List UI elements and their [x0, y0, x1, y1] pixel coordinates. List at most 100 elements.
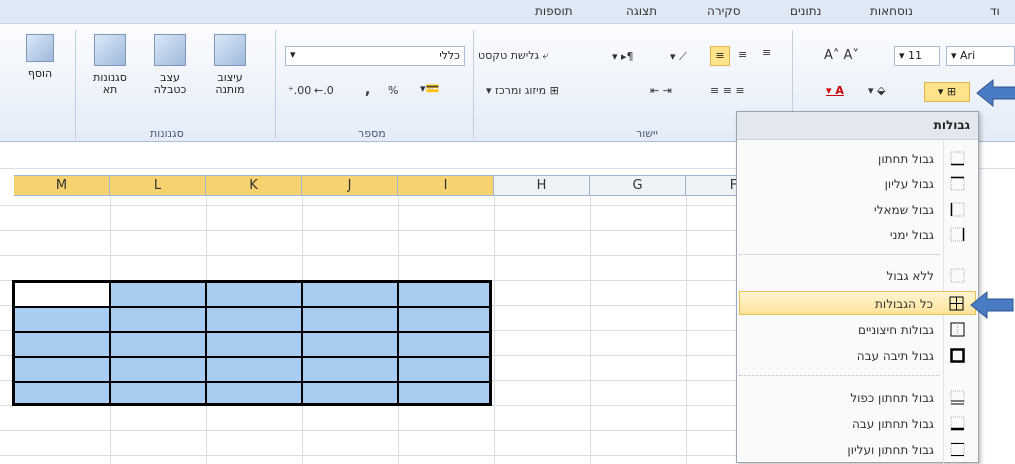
fill-color-button[interactable]: ▾ ⬙	[868, 84, 885, 97]
cell-styles-label: סגנונות תא	[93, 71, 127, 96]
column-header-g[interactable]: G	[590, 175, 686, 196]
menu-item-top-bottom[interactable]: גבול תחתון ועליון	[739, 438, 976, 462]
grid-line	[0, 430, 740, 431]
wrap-text-button[interactable]: גלישת טקסט ⤶	[478, 49, 549, 63]
font-name-select[interactable]: ▾ Ari	[946, 46, 1015, 66]
column-header-h[interactable]: H	[494, 175, 590, 196]
menu-item-no-border[interactable]: ללא גבול	[739, 264, 976, 288]
merge-center-icon: ⊞	[549, 84, 559, 97]
menu-item-outside-borders[interactable]: גבולות חיצוניים	[739, 318, 976, 342]
format-as-table-button[interactable]: עצב כטבלה	[148, 34, 192, 96]
cell[interactable]	[206, 357, 302, 382]
cell[interactable]	[398, 332, 490, 357]
number-format-select[interactable]: ▾ כללי	[285, 46, 465, 66]
font-size-value: 11	[908, 49, 923, 62]
cell[interactable]	[302, 307, 398, 332]
cell[interactable]	[110, 332, 206, 357]
align-top-button[interactable]: ≡	[762, 46, 771, 59]
wrap-text-icon: ⤶	[542, 49, 549, 62]
cell[interactable]	[14, 307, 110, 332]
group-number-label: מספר	[358, 127, 386, 140]
group-styles-label: סגנונות	[150, 127, 184, 140]
chevron-down-icon: ▾	[937, 85, 944, 98]
tab-formulas[interactable]: נוסחאות	[870, 4, 913, 18]
column-header-l[interactable]: L	[110, 175, 206, 196]
font-color-button[interactable]: ▾ A	[826, 84, 844, 97]
tab-home-partial[interactable]: וד	[990, 4, 1000, 18]
align-middle-button[interactable]: ≡	[738, 48, 747, 61]
text-direction-button[interactable]: ▾ ▸¶	[612, 50, 634, 63]
cell[interactable]	[206, 282, 302, 307]
increase-decimal-button[interactable]: ⁺.00	[288, 84, 311, 97]
tab-view[interactable]: תצוגה	[626, 4, 657, 18]
cell[interactable]	[110, 307, 206, 332]
insert-button[interactable]: הוסף	[18, 34, 62, 80]
font-size-select[interactable]: ▾ 11	[894, 46, 940, 66]
divider	[75, 30, 76, 138]
cell[interactable]	[302, 332, 398, 357]
pointer-arrow-icon	[976, 78, 1015, 108]
borders-menu-title: גבולות	[737, 112, 978, 140]
cell[interactable]	[398, 307, 490, 332]
decrease-decimal-button[interactable]: ←.0	[314, 84, 334, 97]
font-grow-shrink-buttons[interactable]: A˄ A˅	[824, 48, 859, 63]
cell-styles-button[interactable]: סגנונות תא	[88, 34, 132, 96]
cell[interactable]	[110, 382, 206, 404]
tab-addins[interactable]: תוספות	[535, 4, 573, 18]
column-header-i[interactable]: I	[398, 175, 494, 196]
conditional-formatting-button[interactable]: עיצוב מותנה	[208, 34, 252, 96]
menu-item-all-borders[interactable]: כל הגבולות	[739, 291, 976, 315]
tab-review[interactable]: סקירה	[707, 4, 741, 18]
active-cell[interactable]	[14, 282, 110, 307]
cell[interactable]	[398, 282, 490, 307]
cell[interactable]	[302, 282, 398, 307]
no-border-icon	[950, 268, 965, 283]
cell[interactable]	[110, 282, 206, 307]
cell[interactable]	[206, 332, 302, 357]
cell[interactable]	[206, 382, 302, 404]
cell-styles-icon	[94, 34, 126, 66]
menu-item-label: גבול עליון	[884, 177, 934, 191]
menu-item-label: גבול תחתון כפול	[850, 391, 934, 405]
column-header-k[interactable]: K	[206, 175, 302, 196]
indent-buttons[interactable]: ⇤ ⇥	[650, 84, 672, 97]
border-right-icon	[950, 227, 965, 242]
group-alignment-label: יישור	[636, 127, 658, 140]
align-left-right-buttons[interactable]: ≡ ≡ ≡	[710, 84, 745, 97]
cell[interactable]	[14, 357, 110, 382]
column-header-j[interactable]: J	[302, 175, 398, 196]
chevron-down-icon: ▾	[899, 49, 905, 62]
pointer-arrow-icon	[970, 290, 1014, 320]
menu-item-left-border[interactable]: גבול שמאלי	[739, 198, 976, 222]
format-table-label: עצב כטבלה	[153, 71, 187, 96]
menu-item-top-border[interactable]: גבול עליון	[739, 172, 976, 196]
all-borders-icon: ⊞	[946, 85, 957, 98]
menu-item-thick-bottom[interactable]: גבול תחתון עבה	[739, 412, 976, 436]
comma-style-button[interactable]: ,	[365, 82, 370, 98]
align-bottom-button[interactable]: ≡	[710, 46, 730, 66]
menu-item-right-border[interactable]: גבול ימני	[739, 223, 976, 247]
borders-button[interactable]: ▾ ⊞	[924, 82, 970, 102]
cell[interactable]	[14, 382, 110, 404]
selected-range[interactable]	[12, 280, 492, 406]
cell[interactable]	[206, 307, 302, 332]
merge-center-button[interactable]: ▾ מיזוג ומרכז ⊞	[486, 84, 559, 97]
accounting-format-icon[interactable]: ▾💳	[420, 82, 439, 95]
cell[interactable]	[14, 332, 110, 357]
cell[interactable]	[302, 357, 398, 382]
cell[interactable]	[398, 357, 490, 382]
cell[interactable]	[110, 357, 206, 382]
tab-data[interactable]: נתונים	[790, 4, 821, 18]
insert-cells-icon	[26, 34, 54, 62]
menu-item-label: גבול ימני	[889, 228, 934, 242]
border-top-icon	[950, 176, 965, 191]
cell[interactable]	[302, 382, 398, 404]
menu-item-double-bottom[interactable]: גבול תחתון כפול	[739, 386, 976, 410]
column-header-m[interactable]: M	[14, 175, 110, 196]
menu-item-bottom-border[interactable]: גבול תחתון	[739, 147, 976, 171]
cell[interactable]	[398, 382, 490, 404]
grid-line	[0, 230, 740, 231]
orientation-button[interactable]: ▾ ⟋	[670, 50, 687, 64]
menu-item-thick-box-border[interactable]: גבול תיבה עבה	[739, 344, 976, 368]
percent-button[interactable]: %	[388, 84, 398, 97]
